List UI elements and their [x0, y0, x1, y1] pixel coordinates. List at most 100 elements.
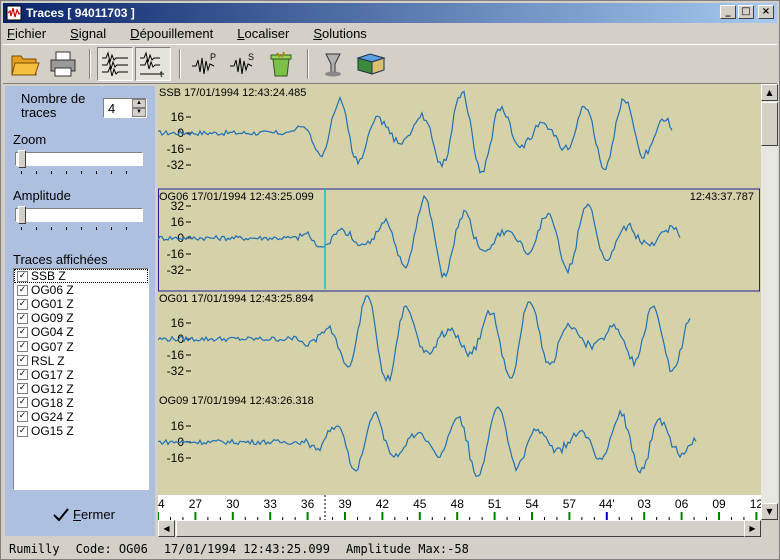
- scroll-up-icon[interactable]: ▲: [761, 84, 778, 101]
- y-tick-label: -32: [167, 364, 185, 378]
- zoom-slider-thumb[interactable]: [18, 150, 26, 168]
- list-item[interactable]: ✓ OG06 Z: [14, 283, 148, 297]
- p-wave-icon: P: [192, 52, 216, 75]
- checkbox-checked-icon[interactable]: ✓: [17, 383, 28, 395]
- list-item[interactable]: ✓ OG04 Z: [14, 325, 148, 339]
- traces-window: Traces [ 94011703 ] _ □ × Fichier Signal…: [0, 0, 780, 560]
- open-folder-icon: [11, 55, 40, 76]
- spin-down-icon[interactable]: ▼: [132, 108, 146, 117]
- amplitude-slider[interactable]: [15, 206, 145, 232]
- title-bar[interactable]: Traces [ 94011703 ] _ □ ×: [3, 3, 777, 23]
- menu-solutions[interactable]: Solutions: [313, 26, 366, 41]
- trace-label: OG01 17/01/1994 12:43:25.894: [159, 293, 314, 305]
- fermer-button[interactable]: Fermer: [53, 507, 115, 522]
- checkbox-checked-icon[interactable]: ✓: [17, 326, 28, 338]
- checkbox-checked-icon[interactable]: ✓: [17, 355, 28, 367]
- checkbox-checked-icon[interactable]: ✓: [17, 369, 28, 381]
- waveform-line[interactable]: [158, 194, 681, 279]
- maximize-button[interactable]: □: [738, 5, 754, 19]
- toolbar-separator: [179, 49, 181, 79]
- time-tick-label: 24: [158, 497, 165, 511]
- vertical-scrollbar[interactable]: ▲ ▼: [761, 84, 778, 520]
- amplitude-slider-thumb[interactable]: [18, 206, 26, 224]
- time-traces-icon: t: [140, 51, 164, 78]
- zoom-label: Zoom: [13, 132, 47, 147]
- overlay-traces-button[interactable]: [97, 47, 133, 81]
- scroll-down-icon[interactable]: ▼: [761, 503, 778, 520]
- waveform-line[interactable]: [158, 90, 673, 174]
- time-tick-label: 54: [525, 497, 539, 511]
- seismogram-plot[interactable]: SSB 17/01/1994 12:43:24.485 16 0 -16 -32 OG06…: [158, 84, 761, 495]
- nombre-traces-value[interactable]: 4: [108, 101, 115, 116]
- seismogram-traces[interactable]: SSB 17/01/1994 12:43:24.485160-16-32OG06…: [158, 84, 761, 495]
- menu-signal[interactable]: Signal: [70, 26, 106, 41]
- status-datetime: 17/01/1994 12:43:25.099: [163, 542, 330, 556]
- horizontal-scroll-thumb[interactable]: [176, 520, 746, 537]
- waveform-line[interactable]: [158, 406, 697, 477]
- time-tick-label: 36: [301, 497, 315, 511]
- checkbox-checked-icon[interactable]: ✓: [17, 425, 28, 437]
- trash-button[interactable]: [263, 47, 299, 81]
- open-button[interactable]: [7, 47, 43, 81]
- app-icon: [6, 5, 22, 21]
- checkbox-checked-icon[interactable]: ✓: [17, 341, 28, 353]
- list-item[interactable]: ✓ OG09 Z: [14, 311, 148, 325]
- horizontal-scrollbar[interactable]: ◀ ▶: [158, 520, 761, 537]
- time-tick-label: 12: [750, 497, 761, 511]
- y-tick-label: 16: [171, 110, 185, 124]
- map-button[interactable]: [353, 47, 389, 81]
- amplitude-label: Amplitude: [13, 188, 71, 203]
- status-code: Code: OG06: [75, 542, 148, 556]
- checkbox-checked-icon[interactable]: ✓: [17, 270, 28, 282]
- scroll-left-icon[interactable]: ◀: [158, 520, 175, 537]
- checkbox-checked-icon[interactable]: ✓: [17, 298, 28, 310]
- selected-trace-frame[interactable]: [158, 188, 760, 292]
- list-item[interactable]: ✓ RSL Z: [14, 354, 148, 368]
- list-item[interactable]: ✓ OG12 Z: [14, 382, 148, 396]
- trace-label: SSB 17/01/1994 12:43:24.485: [159, 87, 306, 99]
- close-button[interactable]: ×: [758, 5, 774, 19]
- print-button[interactable]: [45, 47, 81, 81]
- filter-button[interactable]: [315, 47, 351, 81]
- time-axis: 24 27 30 33 36 39 42 45 48 51 54 57 44' 03 06 09 12: [158, 495, 761, 520]
- list-item[interactable]: ✓ OG17 Z: [14, 368, 148, 382]
- toolbar-separator: [89, 49, 91, 79]
- p-wave-button[interactable]: P: [187, 47, 223, 81]
- time-tick-label: 27: [189, 497, 203, 511]
- time-tick-label: 06: [675, 497, 689, 511]
- y-tick-label: -16: [167, 247, 185, 261]
- spin-up-icon[interactable]: ▲: [132, 99, 146, 108]
- checkbox-checked-icon[interactable]: ✓: [17, 411, 28, 423]
- scroll-right-icon[interactable]: ▶: [744, 520, 761, 537]
- time-tick-label: 51: [488, 497, 502, 511]
- time-tick-label: 45: [413, 497, 427, 511]
- trash-icon: [270, 51, 292, 77]
- time-tick-label: 42: [376, 497, 390, 511]
- list-item[interactable]: ✓ OG18 Z: [14, 396, 148, 410]
- menu-depouillement[interactable]: Dépouillement: [130, 26, 213, 41]
- menu-localiser[interactable]: Localiser: [237, 26, 289, 41]
- checkmark-icon: [53, 507, 69, 521]
- nombre-traces-spinner[interactable]: 4 ▲ ▼: [103, 98, 147, 118]
- svg-text:P: P: [210, 52, 216, 62]
- list-item[interactable]: ✓ SSB Z: [14, 269, 148, 284]
- list-item[interactable]: ✓ OG01 Z: [14, 297, 148, 311]
- time-tick-label: 33: [264, 497, 278, 511]
- list-item[interactable]: ✓ OG15 Z: [14, 424, 148, 438]
- minimize-button[interactable]: _: [720, 5, 736, 19]
- s-wave-button[interactable]: S: [225, 47, 261, 81]
- list-item[interactable]: ✓ OG24 Z: [14, 410, 148, 424]
- time-tick-label: 44': [599, 497, 615, 511]
- zoom-slider[interactable]: [15, 150, 145, 176]
- checkbox-checked-icon[interactable]: ✓: [17, 397, 28, 409]
- checkbox-checked-icon[interactable]: ✓: [17, 312, 28, 324]
- list-item[interactable]: ✓ OG07 Z: [14, 339, 148, 354]
- checkbox-checked-icon[interactable]: ✓: [17, 284, 28, 296]
- y-tick-label: 32: [171, 199, 185, 213]
- nombre-traces-label: Nombre de traces: [21, 91, 86, 120]
- waveform-line[interactable]: [158, 295, 691, 383]
- vertical-scroll-thumb[interactable]: [761, 102, 778, 146]
- menu-fichier[interactable]: Fichier: [7, 26, 46, 41]
- time-traces-button[interactable]: t: [135, 47, 171, 81]
- traces-list[interactable]: ✓ SSB Z ✓ OG06 Z ✓ OG01 Z ✓ OG09 Z ✓ OG04 Z ✓…: [13, 268, 149, 490]
